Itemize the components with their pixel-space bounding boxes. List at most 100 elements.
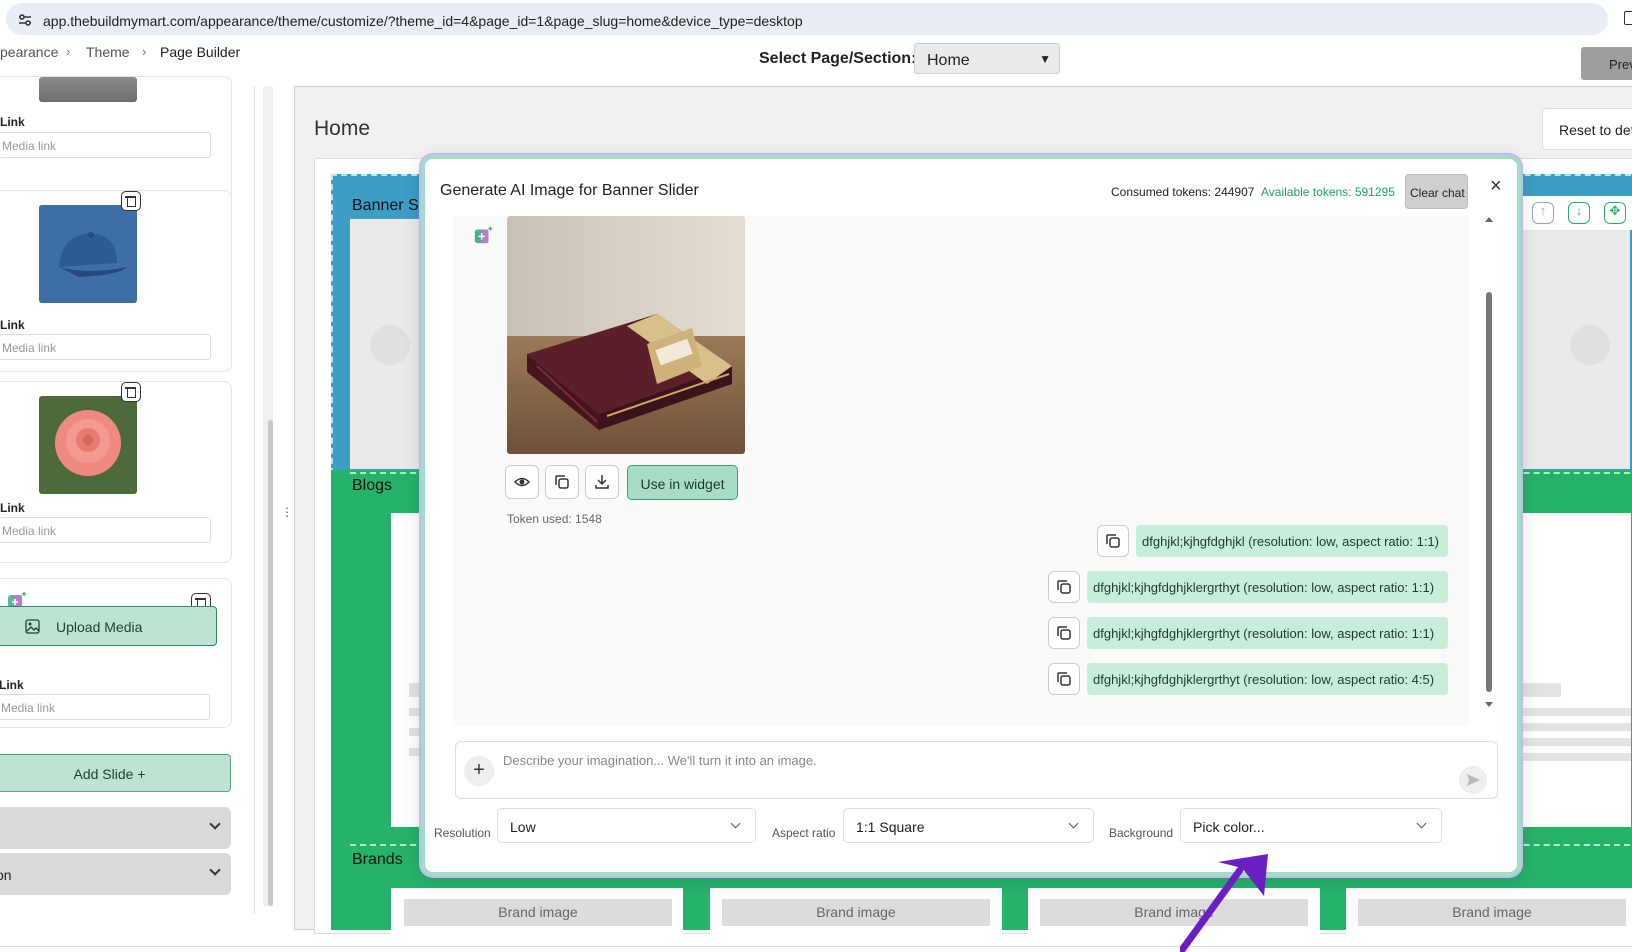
side-panel-icon[interactable] [1624,11,1632,25]
background-value: Pick color... [1193,819,1265,835]
chat-message: dfghjkl;kjhgfdghjklergrthyt (resolution:… [1048,617,1457,649]
site-settings-icon[interactable] [17,12,33,28]
message-bubble: dfghjkl;kjhgfdghjklergrthyt (resolution:… [1087,617,1448,649]
accordion-section[interactable] [0,807,231,849]
chat-scrollbar[interactable] [1484,216,1494,726]
media-link-input[interactable]: Media link [0,334,211,360]
brand-image: Brand image [1358,899,1626,926]
slide-card: Link Media link [0,381,232,563]
page-select-value: Home [927,52,970,69]
link-label: Link [0,678,24,692]
link-label: Link [0,115,25,129]
close-icon[interactable]: × [1490,175,1502,198]
brand-image: Brand image [404,899,672,926]
prompt-placeholder: Describe your imagination... We'll turn … [503,753,817,768]
copy-message-button[interactable] [1048,617,1080,649]
clear-chat-label: Clear chat [1410,186,1465,200]
send-button[interactable] [1459,766,1487,794]
resolution-select[interactable]: Low [497,808,756,843]
url-field[interactable]: app.thebuildmymart.com/appearance/theme/… [6,3,1608,35]
chevron-right-icon: › [66,44,71,59]
copy-message-button[interactable] [1097,525,1129,557]
annotation-arrow-icon [1180,854,1268,952]
upload-media-button[interactable]: Upload Media [0,606,217,646]
slider-next-arrow[interactable] [1570,325,1610,365]
media-link-input[interactable]: Media link [0,694,210,720]
media-link-input[interactable]: Media link [0,132,211,158]
resolution-value: Low [510,819,536,835]
slides-panel: Link Media link Link Media link Link Med… [0,76,255,914]
skeleton-line [1521,708,1631,716]
chevron-down-icon [1416,818,1427,829]
preview-label: Previe [1609,57,1632,72]
slide-thumbnail-cap [39,205,137,303]
copy-icon [1106,534,1120,548]
background-label: Background [1109,826,1174,840]
preview-image-button[interactable] [505,465,539,499]
chevron-down-icon: ▼ [1039,52,1051,66]
left-scrollbar-thumb[interactable] [268,420,273,906]
prompt-input[interactable]: + Describe your imagination... We'll tur… [455,741,1498,799]
accordion-section[interactable]: on [0,853,231,895]
delete-icon[interactable] [121,191,141,211]
token-used: Token used: 1548 [507,512,602,526]
clear-chat-button[interactable]: Clear chat [1405,174,1468,209]
banner-section-label: Banner S [352,197,419,214]
bottom-border [0,946,1632,947]
url-text: app.thebuildmymart.com/appearance/theme/… [43,13,803,29]
upload-media-label: Upload Media [56,619,143,635]
download-image-button[interactable] [585,465,619,499]
move-down-icon[interactable]: ↓ [1568,202,1590,224]
blogs-section-label: Blogs [352,477,393,494]
canvas-page-title: Home [314,117,371,140]
breadcrumb-page-builder: Page Builder [160,44,241,60]
send-icon [1467,774,1480,786]
add-attachment-button[interactable]: + [464,756,494,786]
download-icon [595,475,609,489]
chat-message: dfghjkl;kjhgfdghjkl (resolution: low, as… [1097,525,1457,557]
chevron-right-icon: › [142,44,147,59]
delete-icon[interactable] [121,382,141,402]
copy-icon [1057,580,1071,594]
aspect-ratio-select[interactable]: 1:1 Square [843,808,1094,843]
reset-to-default-button[interactable]: Reset to def [1542,108,1632,150]
slide-thumbnail-rose [39,396,137,494]
slider-prev-arrow[interactable] [370,325,410,365]
message-bubble: dfghjkl;kjhgfdghjkl (resolution: low, as… [1136,525,1448,557]
available-tokens: Available tokens: 591295 [1261,185,1395,199]
page-section-select[interactable]: Home ▼ [914,43,1060,74]
eye-icon [513,477,531,487]
resolution-label: Resolution [434,826,491,840]
select-page-label: Select Page/Section: [759,50,917,67]
consumed-tokens: Consumed tokens: 244907 [1111,185,1255,199]
link-label: Link [0,501,25,515]
aspect-ratio-value: 1:1 Square [856,819,925,835]
copy-message-button[interactable] [1048,663,1080,695]
use-in-widget-button[interactable]: Use in widget [627,465,738,500]
preview-button[interactable]: Previe [1581,47,1632,80]
add-slide-button[interactable]: Add Slide + [0,754,231,792]
section-toolbar: ↑ ↓ ✥ [1520,196,1632,230]
media-link-input[interactable]: Media link [0,517,211,543]
breadcrumb-appearance[interactable]: pearance [0,44,58,60]
brands-section-label: Brands [352,851,403,868]
reset-label: Reset to def [1559,122,1632,138]
browser-address-bar: app.thebuildmymart.com/appearance/theme/… [0,0,1632,38]
drag-move-icon[interactable]: ✥ [1604,202,1626,224]
ai-avatar-icon [474,225,493,244]
copy-icon [555,475,569,489]
resize-handle-icon[interactable]: ⋮ [281,505,293,519]
message-bubble: dfghjkl;kjhgfdghjklergrthyt (resolution:… [1087,571,1448,603]
copy-message-button[interactable] [1048,571,1080,603]
breadcrumb-theme[interactable]: Theme [86,44,130,60]
copy-image-button[interactable] [545,465,579,499]
slide-thumbnail [39,77,137,102]
skeleton-line [1521,738,1631,746]
chat-message: dfghjkl;kjhgfdghjklergrthyt (resolution:… [1048,663,1457,695]
aspect-ratio-label: Aspect ratio [772,826,836,840]
chevron-down-icon [1068,818,1079,829]
generated-image[interactable] [507,216,745,454]
background-color-select[interactable]: Pick color... [1180,808,1442,843]
chevron-down-icon [730,818,741,829]
move-up-icon[interactable]: ↑ [1532,202,1554,224]
